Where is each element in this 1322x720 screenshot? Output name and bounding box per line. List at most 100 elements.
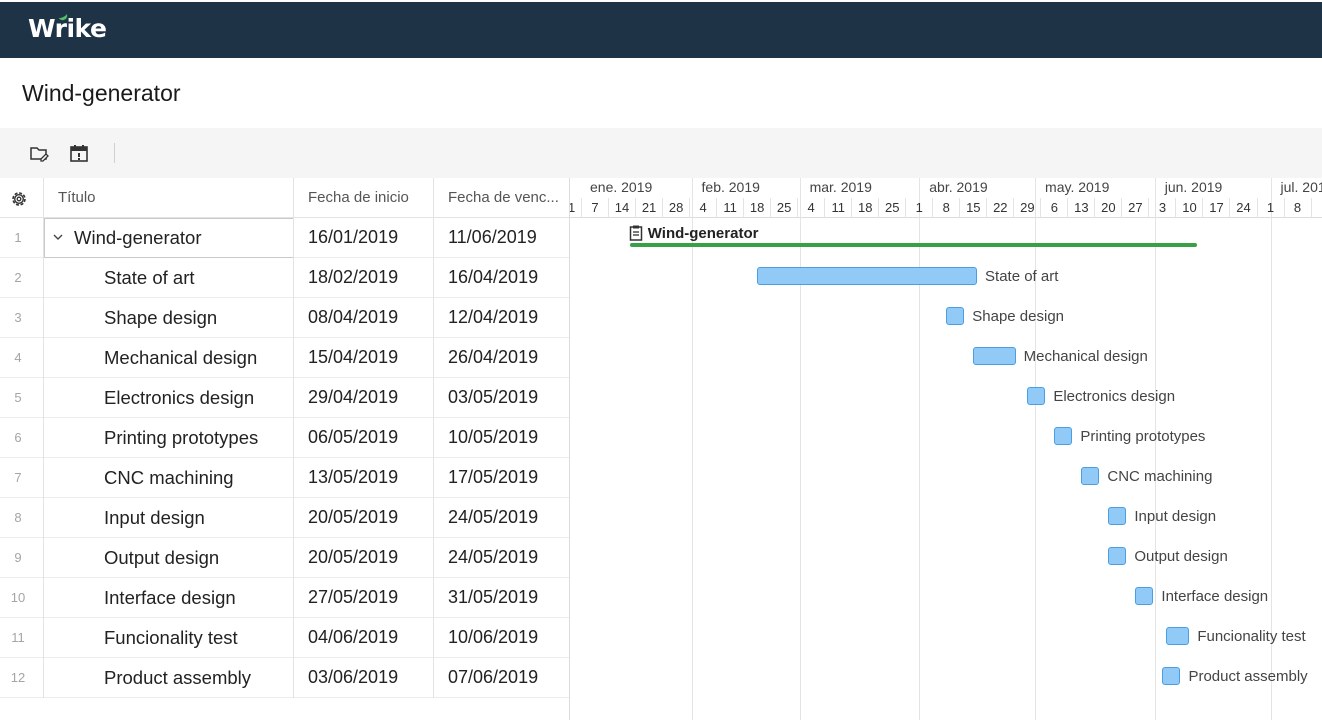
week-label: 3: [1158, 200, 1167, 215]
due-date[interactable]: 24/05/2019: [448, 547, 538, 568]
week-label: 13: [1074, 200, 1089, 215]
start-date[interactable]: 27/05/2019: [308, 587, 398, 608]
project-header: Wind-generator: [0, 58, 1322, 128]
folder-edit-button[interactable]: [28, 142, 50, 164]
due-date[interactable]: 26/04/2019: [448, 347, 538, 368]
week-label: 11: [831, 200, 845, 215]
column-header-due-date[interactable]: Fecha de venc...: [448, 189, 562, 206]
start-date[interactable]: 16/01/2019: [308, 227, 398, 248]
task-title[interactable]: Product assembly: [104, 667, 251, 689]
column-header-title[interactable]: Título: [58, 189, 278, 206]
row-number: 3: [14, 310, 22, 325]
table-row[interactable]: 6 Printing prototypes 06/05/2019 10/05/2…: [0, 418, 569, 458]
week-label: 22: [993, 200, 1008, 215]
task-bar[interactable]: [1108, 507, 1127, 525]
month-label: jul. 201: [1280, 179, 1322, 195]
start-date[interactable]: 04/06/2019: [308, 627, 398, 648]
chevron-down-icon[interactable]: [52, 231, 64, 243]
start-date[interactable]: 18/02/2019: [308, 267, 398, 288]
table-row[interactable]: 2 State of art 18/02/2019 16/04/2019: [0, 258, 569, 298]
task-title[interactable]: State of art: [104, 267, 195, 289]
gantt-chart: ene. 2019 feb. 2019 mar. 2019 abr. 2019 may.…: [569, 178, 1322, 720]
task-bar[interactable]: [1108, 547, 1127, 565]
table-row[interactable]: 9 Output design 20/05/2019 24/05/2019: [0, 538, 569, 578]
row-number: 1: [14, 230, 22, 245]
task-bar-label: Product assembly: [1188, 668, 1308, 685]
task-table: Título Fecha de inicio Fecha de venc... …: [0, 178, 569, 720]
row-number: 12: [10, 670, 26, 685]
start-date[interactable]: 15/04/2019: [308, 347, 398, 368]
start-date[interactable]: 13/05/2019: [308, 467, 398, 488]
week-label: 1: [915, 200, 923, 215]
task-bar-label: Funcionality test: [1197, 628, 1306, 645]
task-title[interactable]: Output design: [104, 547, 219, 569]
month-gridline: [919, 178, 921, 720]
week-label: 18: [857, 200, 873, 215]
task-bar-label: Input design: [1134, 508, 1217, 525]
task-title[interactable]: Interface design: [104, 587, 236, 609]
table-row[interactable]: 3 Shape design 08/04/2019 12/04/2019: [0, 298, 569, 338]
row-number: 5: [14, 390, 22, 405]
month-label: jun. 2019: [1164, 179, 1223, 195]
due-date[interactable]: 11/06/2019: [448, 227, 537, 248]
column-divider: [293, 178, 294, 698]
table-row[interactable]: 11 Funcionality test 04/06/2019 10/06/20…: [0, 618, 569, 658]
task-bar[interactable]: [1081, 467, 1100, 485]
table-row[interactable]: 5 Electronics design 29/04/2019 03/05/20…: [0, 378, 569, 418]
task-bar[interactable]: [973, 347, 1016, 365]
task-bar[interactable]: [757, 267, 977, 285]
month-label: abr. 2019: [929, 179, 988, 195]
start-date[interactable]: 06/05/2019: [308, 427, 398, 448]
task-title[interactable]: Wind-generator: [74, 227, 202, 249]
task-title[interactable]: Mechanical design: [104, 347, 257, 369]
table-row[interactable]: 10 Interface design 27/05/2019 31/05/201…: [0, 578, 569, 618]
due-date[interactable]: 17/05/2019: [448, 467, 538, 488]
week-label: 4: [807, 200, 815, 215]
table-row[interactable]: 8 Input design 20/05/2019 24/05/2019: [0, 498, 569, 538]
start-date[interactable]: 20/05/2019: [308, 547, 398, 568]
row-number: 2: [14, 270, 22, 285]
task-title[interactable]: Funcionality test: [104, 627, 238, 649]
task-title[interactable]: Electronics design: [104, 387, 254, 409]
wrike-logo[interactable]: Wrike: [28, 14, 107, 43]
gear-icon[interactable]: [9, 189, 29, 209]
column-divider: [43, 178, 44, 698]
table-row[interactable]: 1 Wind-generator 16/01/2019 11/06/2019: [0, 218, 569, 258]
project-summary-bar[interactable]: [629, 243, 1198, 247]
task-title[interactable]: CNC machining: [104, 467, 234, 489]
task-bar[interactable]: [1027, 387, 1046, 405]
task-title[interactable]: Printing prototypes: [104, 427, 258, 449]
row-number: 10: [10, 590, 26, 605]
row-number: 6: [14, 430, 22, 445]
column-header-start-date[interactable]: Fecha de inicio: [308, 189, 428, 206]
task-bar[interactable]: [946, 307, 965, 325]
due-date[interactable]: 24/05/2019: [448, 507, 538, 528]
due-date[interactable]: 16/04/2019: [448, 267, 538, 288]
start-date[interactable]: 03/06/2019: [308, 667, 398, 688]
start-date[interactable]: 08/04/2019: [308, 307, 398, 328]
table-row[interactable]: 7 CNC machining 13/05/2019 17/05/2019: [0, 458, 569, 498]
week-label: 21: [641, 200, 657, 215]
table-row[interactable]: 12 Product assembly 03/06/2019 07/06/201…: [0, 658, 569, 698]
start-date[interactable]: 20/05/2019: [308, 507, 398, 528]
task-bar[interactable]: [1166, 627, 1190, 645]
week-label: 17: [1209, 200, 1224, 215]
due-date[interactable]: 03/05/2019: [448, 387, 538, 408]
due-date[interactable]: 31/05/2019: [448, 587, 538, 608]
start-date[interactable]: 29/04/2019: [308, 387, 398, 408]
due-date[interactable]: 10/05/2019: [448, 427, 538, 448]
due-date[interactable]: 07/06/2019: [448, 667, 538, 688]
task-bar[interactable]: [1135, 587, 1154, 605]
week-label: 31: [570, 200, 581, 215]
task-bar[interactable]: [1162, 667, 1181, 685]
due-date[interactable]: 12/04/2019: [448, 307, 538, 328]
due-date[interactable]: 10/06/2019: [448, 627, 538, 648]
task-bar[interactable]: [1054, 427, 1073, 445]
task-title[interactable]: Shape design: [104, 307, 217, 329]
month-gridline: [799, 178, 801, 720]
calendar-button[interactable]: [68, 142, 90, 164]
task-bar-label: Electronics design: [1053, 388, 1176, 405]
task-title[interactable]: Input design: [104, 507, 205, 529]
table-row[interactable]: 4 Mechanical design 15/04/2019 26/04/201…: [0, 338, 569, 378]
table-header: Título Fecha de inicio Fecha de venc...: [0, 178, 569, 218]
